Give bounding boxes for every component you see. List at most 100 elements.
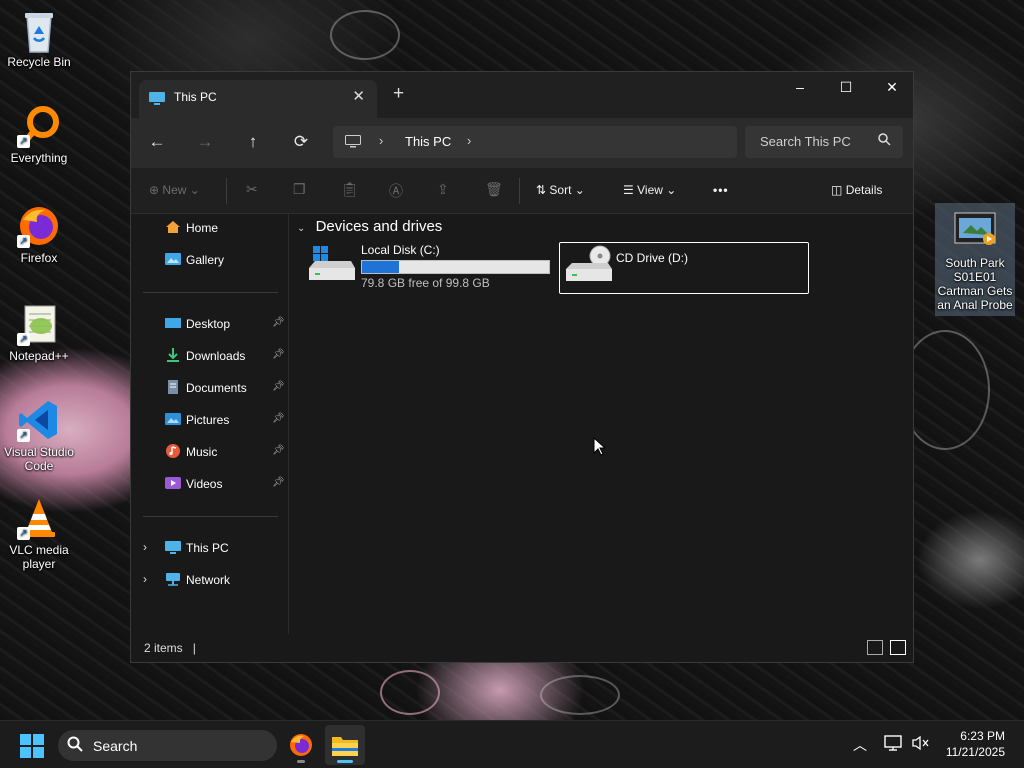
search-box[interactable]: Search This PC [745,126,903,158]
back-button[interactable]: ← [146,132,168,152]
breadcrumb-chevron-icon[interactable]: › [467,133,471,148]
nav-item-downloads[interactable]: Downloads 📌︎ [131,342,289,370]
nav-item-pictures[interactable]: Pictures 📌︎ [131,406,289,434]
nav-item-label: This PC [186,541,229,555]
nav-item-network[interactable]: › Network [131,566,289,594]
drive-free-space: 79.8 GB free of 99.8 GB [361,276,490,290]
volume-muted-icon[interactable] [911,735,929,754]
search-icon [67,736,83,756]
details-view-toggle-icon[interactable] [867,640,883,655]
forward-button[interactable]: → [194,132,216,152]
notepad-plus-plus-icon: ↗ [17,302,61,346]
pin-icon[interactable]: 📌︎ [272,349,285,360]
drive-cd-d[interactable]: CD Drive (D:) [559,242,809,294]
large-icons-view-toggle-icon[interactable] [890,640,906,655]
more-options-button[interactable]: ••• [713,183,729,197]
music-icon [165,444,181,458]
new-icon: ⊕ [149,183,160,197]
desktop-icon-notepad-plus-plus[interactable]: ↗ Notepad++ [1,302,77,363]
share-icon[interactable]: ⇪ [437,181,449,198]
nav-item-home[interactable]: Home [131,214,289,242]
nav-item-documents[interactable]: Documents 📌︎ [131,374,289,402]
view-icon: ☰ [623,183,634,197]
delete-icon[interactable]: 🗑︎ [485,181,503,198]
taskbar-search[interactable]: Search [58,730,277,761]
pin-icon[interactable]: 📌︎ [272,445,285,456]
nav-item-label: Music [186,445,218,459]
maximize-button[interactable]: ☐ [823,72,869,102]
tab-this-pc[interactable]: This PC ✕ [139,80,377,118]
sort-label: Sort [549,183,572,197]
nav-item-label: Videos [186,477,223,491]
close-button[interactable]: ✕ [869,72,915,102]
documents-icon [165,380,181,394]
new-label: New [162,183,187,197]
new-tab-button[interactable]: + [393,83,404,105]
tab-close-icon[interactable]: ✕ [352,87,365,105]
view-button[interactable]: ☰ View ⌄ [623,183,676,197]
group-header-devices-and-drives[interactable]: ⌄ Devices and drives [297,218,442,235]
nav-item-this-pc[interactable]: › This PC [131,534,289,562]
desktop-icon-label: VLC media player [9,543,69,571]
network-status-icon[interactable] [884,735,902,754]
expand-chevron-icon[interactable]: › [143,572,147,586]
desktop-icon-recycle-bin[interactable]: Recycle Bin [1,8,77,69]
nav-item-label: Home [186,221,219,235]
breadcrumb-this-pc[interactable]: This PC [405,134,451,149]
vlc-icon: ↗ [17,496,61,540]
pin-icon[interactable]: 📌︎ [272,477,285,488]
nav-item-gallery[interactable]: Gallery [131,246,289,274]
details-label: Details [845,183,883,197]
up-button[interactable]: ↑ [242,132,264,152]
taskbar-file-explorer[interactable] [325,725,365,765]
pin-icon[interactable]: 📌︎ [272,317,285,328]
taskbar: Search ︿ 6:23 PM 11/21/2025 [0,720,1024,768]
copy-icon[interactable]: ❐ [293,181,306,198]
drive-local-disk-c[interactable]: Local Disk (C:) 79.8 GB free of 99.8 GB [305,242,553,294]
shortcut-arrow-icon: ↗ [17,235,30,248]
rename-icon[interactable]: Ⓐ [389,181,403,201]
system-clock[interactable]: 6:23 PM 11/21/2025 [946,728,1005,760]
desktop-folder-icon [165,316,181,330]
show-hidden-icons-chevron-icon[interactable]: ︿ [853,735,867,755]
start-icon[interactable] [20,734,44,763]
desktop-icon-label: Recycle Bin [7,55,71,69]
refresh-button[interactable]: ⟳ [290,132,312,152]
pin-icon[interactable]: 📌︎ [272,381,285,392]
downloads-icon [165,348,181,362]
sort-icon: ⇅ [536,183,547,197]
clock-date: 11/21/2025 [945,745,1005,759]
address-bar[interactable]: › This PC › [333,126,737,158]
home-icon [165,220,181,234]
desktop-icon-vscode[interactable]: ↗ Visual Studio Code [1,398,77,473]
breadcrumb-chevron-icon[interactable]: › [379,133,383,148]
nav-item-label: Pictures [186,413,230,427]
cut-icon[interactable]: ✂ [246,181,258,198]
taskbar-firefox[interactable] [281,725,321,765]
nav-item-videos[interactable]: Videos 📌︎ [131,470,289,498]
nav-item-desktop[interactable]: Desktop 📌︎ [131,310,289,338]
details-button[interactable]: ◫ Details [831,183,882,197]
navigation-bar: ← → ↑ ⟳ › This PC › Search This PC [131,118,913,168]
taskbar-search-label: Search [93,738,138,754]
collapse-chevron-icon: ⌄ [297,223,306,234]
expand-chevron-icon[interactable]: › [143,540,147,554]
view-label: View [637,183,663,197]
new-button[interactable]: ⊕ New ⌄ [149,183,200,197]
running-indicator [297,760,305,763]
desktop-icon-video-file[interactable]: South Park S01E01 Cartman Gets an Anal P… [935,203,1015,316]
desktop-icon-everything[interactable]: ↗ Everything [1,104,77,165]
pin-icon[interactable]: 📌︎ [272,413,285,424]
drive-name: Local Disk (C:) [361,243,440,257]
monitor-icon [345,135,361,148]
minimize-button[interactable]: – [777,72,823,102]
desktop-icon-vlc[interactable]: ↗ VLC media player [1,496,77,571]
nav-item-music[interactable]: Music 📌︎ [131,438,289,466]
active-indicator [337,760,353,763]
shortcut-arrow-icon: ↗ [17,333,30,346]
paste-icon[interactable]: 📋︎ [341,181,359,198]
desktop-icon-firefox[interactable]: ↗ Firefox [1,204,77,265]
this-pc-icon [165,540,181,554]
firefox-icon: ↗ [17,204,61,248]
sort-button[interactable]: ⇅ Sort ⌄ [536,183,585,197]
